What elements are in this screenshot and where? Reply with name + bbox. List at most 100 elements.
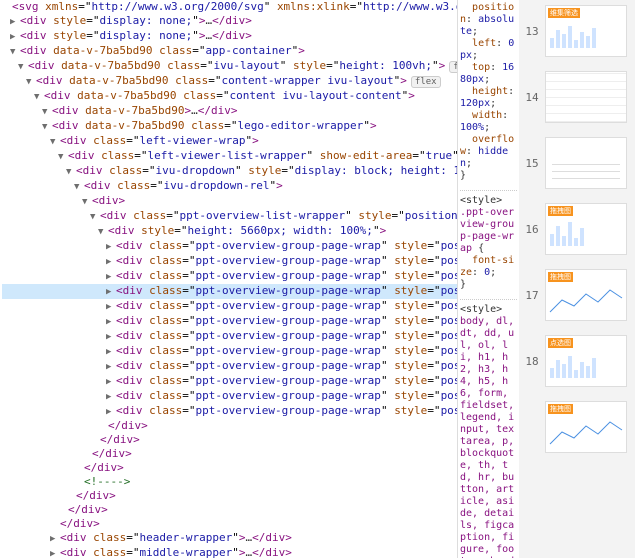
slide-number: 14	[519, 91, 545, 104]
flex-badge[interactable]: flex	[411, 76, 441, 88]
dom-node[interactable]: ▼<div data-v-7ba5bd90 class="content-wra…	[2, 74, 457, 89]
style-prop[interactable]: font-size: 0;	[460, 255, 517, 279]
dom-node[interactable]: ▶<div class="ppt-overview-group-page-wra…	[2, 374, 457, 389]
dom-node[interactable]: ▼<div data-v-7ba5bd90 class="lego-editor…	[2, 119, 457, 134]
slide-number: 13	[519, 25, 545, 38]
expand-caret-icon[interactable]: ▶	[106, 240, 116, 254]
dom-node[interactable]: ▶<div style="display: none;">…</div>	[2, 14, 457, 29]
dom-node[interactable]: ▶<div class="ppt-overview-group-page-wra…	[2, 299, 457, 314]
expand-caret-icon[interactable]: ▶	[10, 30, 20, 44]
dom-node[interactable]: ▼<div class="ivu-dropdown-rel">	[2, 179, 457, 194]
dom-node[interactable]: ▶<div class="ppt-overview-group-page-wra…	[2, 239, 457, 254]
dom-node[interactable]: <svg xmlns="http://www.w3.org/2000/svg" …	[2, 0, 457, 14]
slide-thumbnail[interactable]: 拖拽图	[519, 396, 635, 458]
style-prop[interactable]: width: 100%;	[460, 110, 517, 134]
expand-caret-icon[interactable]: ▼	[98, 225, 108, 239]
slide-thumbnail[interactable]: 13维集筛选	[519, 0, 635, 62]
style-prop[interactable]: top: 1680px;	[460, 62, 517, 86]
dom-node[interactable]: ▶<div class="ppt-overview-group-page-wra…	[2, 329, 457, 344]
dom-node[interactable]: </div>	[2, 489, 457, 503]
dom-node[interactable]: ▶<div class="middle-wrapper">…</div>	[2, 546, 457, 558]
dom-node[interactable]: </div>	[2, 503, 457, 517]
slide-thumbnail[interactable]: 15	[519, 132, 635, 194]
expand-caret-icon[interactable]: ▼	[18, 60, 28, 74]
slide-preview: 维集筛选	[545, 5, 627, 57]
dom-node[interactable]: <!---->	[2, 475, 457, 489]
slide-preview	[545, 71, 627, 123]
slide-preview	[545, 137, 627, 189]
expand-caret-icon[interactable]: ▶	[106, 375, 116, 389]
slide-number: 18	[519, 355, 545, 368]
style-rule-class[interactable]: <style> .ppt-overview-group-page-wrap { …	[460, 195, 517, 291]
style-prop[interactable]: height: 120px;	[460, 86, 517, 110]
expand-caret-icon[interactable]: ▶	[50, 532, 60, 546]
expand-caret-icon[interactable]: ▶	[106, 330, 116, 344]
dom-node[interactable]: ▼<div data-v-7ba5bd90 class="app-contain…	[2, 44, 457, 59]
dom-node[interactable]: ▶<div class="ppt-overview-group-page-wra…	[2, 314, 457, 329]
style-rule-global[interactable]: <style> body, dl, dt, dd, ul, ol, li, h1…	[460, 304, 517, 558]
dom-node[interactable]: ▶<div class="ppt-overview-group-page-wra…	[2, 284, 457, 299]
style-prop[interactable]: left: 0px;	[460, 38, 517, 62]
flex-badge[interactable]: flex	[449, 61, 457, 73]
expand-caret-icon[interactable]: ▼	[66, 165, 76, 179]
elements-panel[interactable]: <svg xmlns="http://www.w3.org/2000/svg" …	[0, 0, 457, 558]
dom-node[interactable]: ▶<div style="display: none;">…</div>	[2, 29, 457, 44]
style-rule-inline[interactable]: position: absolute; left: 0px; top: 1680…	[460, 2, 517, 182]
expand-caret-icon[interactable]: ▼	[34, 90, 44, 104]
style-prop[interactable]: overflow: hidden;	[460, 134, 517, 170]
expand-caret-icon[interactable]: ▼	[42, 105, 52, 119]
slide-thumbnail[interactable]: 17拖拽图	[519, 264, 635, 326]
dom-node[interactable]: ▼<div class="ivu-dropdown" style="displa…	[2, 164, 457, 179]
expand-caret-icon[interactable]: ▼	[90, 210, 100, 224]
expand-caret-icon[interactable]: ▶	[10, 15, 20, 29]
expand-caret-icon[interactable]: ▶	[106, 405, 116, 419]
expand-caret-icon[interactable]: ▼	[10, 45, 20, 59]
expand-caret-icon[interactable]: ▶	[106, 255, 116, 269]
dom-node[interactable]: </div>	[2, 461, 457, 475]
expand-caret-icon[interactable]: ▼	[50, 135, 60, 149]
style-selector-long: body, dl, dt, dd, ul, ol, li, h1, h2, h3…	[460, 316, 514, 558]
dom-node[interactable]: ▶<div class="ppt-overview-group-page-wra…	[2, 344, 457, 359]
dom-node[interactable]: ▶<div class="ppt-overview-group-page-wra…	[2, 269, 457, 284]
expand-caret-icon[interactable]: ▶	[106, 285, 116, 299]
dom-node[interactable]: ▼<div>	[2, 194, 457, 209]
expand-caret-icon[interactable]: ▶	[106, 390, 116, 404]
dom-node[interactable]: ▼<div class="left-viewer-list-wrapper" s…	[2, 149, 457, 164]
dom-node[interactable]: ▼<div data-v-7ba5bd90 class="ivu-layout"…	[2, 59, 457, 74]
dom-node[interactable]: ▶<div class="header-wrapper">…</div>	[2, 531, 457, 546]
slide-thumbnail[interactable]: 18点选图	[519, 330, 635, 392]
dom-node[interactable]: ▶<div class="ppt-overview-group-page-wra…	[2, 359, 457, 374]
dom-node[interactable]: </div>	[2, 447, 457, 461]
style-prop[interactable]: position: absolute;	[460, 2, 517, 38]
dom-node[interactable]: ▶<div class="ppt-overview-group-page-wra…	[2, 389, 457, 404]
thumbnail-panel[interactable]: 13维集筛选141516拖拽图17拖拽图18点选图拖拽图	[519, 0, 635, 558]
devtools-root: <svg xmlns="http://www.w3.org/2000/svg" …	[0, 0, 635, 558]
expand-caret-icon[interactable]: ▶	[50, 547, 60, 558]
dom-node[interactable]: </div>	[2, 433, 457, 447]
dom-node[interactable]: </div>	[2, 419, 457, 433]
dom-node[interactable]: ▼<div class="ppt-overview-list-wrapper" …	[2, 209, 457, 224]
expand-caret-icon[interactable]: ▶	[106, 270, 116, 284]
dom-node[interactable]: ▼<div data-v-7ba5bd90 class="content ivu…	[2, 89, 457, 104]
expand-caret-icon[interactable]: ▶	[106, 345, 116, 359]
styles-panel[interactable]: position: absolute; left: 0px; top: 1680…	[457, 0, 519, 558]
style-selector: .ppt-overview-group-page-wrap	[460, 207, 514, 254]
dom-node[interactable]: ▼<div class="left-viewer-wrap">	[2, 134, 457, 149]
dom-node[interactable]: ▶<div class="ppt-overview-group-page-wra…	[2, 254, 457, 269]
dom-node[interactable]: ▼<div style="height: 5660px; width: 100%…	[2, 224, 457, 239]
expand-caret-icon[interactable]: ▶	[106, 300, 116, 314]
slide-thumbnail[interactable]: 16拖拽图	[519, 198, 635, 260]
slide-preview: 拖拽图	[545, 203, 627, 255]
dom-node[interactable]: </div>	[2, 517, 457, 531]
expand-caret-icon[interactable]: ▼	[42, 120, 52, 134]
slide-thumbnail[interactable]: 14	[519, 66, 635, 128]
expand-caret-icon[interactable]: ▼	[74, 180, 84, 194]
expand-caret-icon[interactable]: ▶	[106, 315, 116, 329]
expand-caret-icon[interactable]: ▶	[106, 360, 116, 374]
slide-preview: 点选图	[545, 335, 627, 387]
expand-caret-icon[interactable]: ▼	[58, 150, 68, 164]
expand-caret-icon[interactable]: ▼	[82, 195, 92, 209]
dom-node[interactable]: ▼<div data-v-7ba5bd90>…</div>	[2, 104, 457, 119]
dom-node[interactable]: ▶<div class="ppt-overview-group-page-wra…	[2, 404, 457, 419]
expand-caret-icon[interactable]: ▼	[26, 75, 36, 89]
